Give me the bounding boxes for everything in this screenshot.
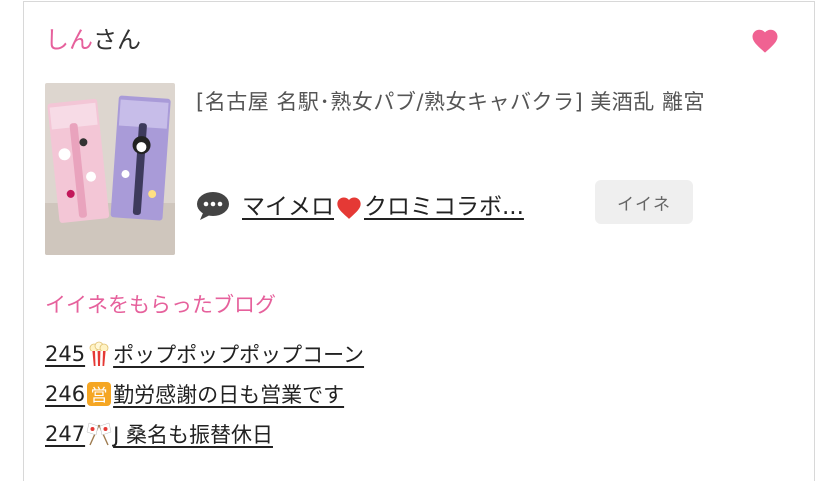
blog-thumbnail[interactable] [45,83,175,255]
liked-blog-item[interactable]: 247 J 桑名も振替休日 [45,414,364,454]
blog-number: 247 [45,422,86,446]
crossed-flags-icon [86,422,112,446]
liked-blog-list: 245 ポップポップポップコーン 246 営 勤労感謝の日も営業です 247 J… [45,334,364,454]
popcorn-icon [89,341,109,366]
speech-bubble-icon [197,192,229,220]
user-suffix: さん [93,26,141,54]
svg-text:営: 営 [91,386,108,406]
red-heart-icon [337,197,361,219]
comment-link[interactable]: マイメロ クロミコラボ... [242,190,524,224]
heart-icon[interactable] [750,26,780,56]
blog-number: 245 [45,342,86,366]
liked-blog-item[interactable]: 246 営 勤労感謝の日も営業です [45,374,364,414]
liked-blogs-title: イイネをもらったブログ [45,293,276,317]
comment-text-after: クロミコラボ... [364,194,524,220]
like-button[interactable]: イイネ [595,180,693,224]
user-name[interactable]: しん [45,26,93,54]
liked-blog-item[interactable]: 245 ポップポップポップコーン [45,334,364,374]
blog-title: ポップポップポップコーン [113,343,365,367]
blog-number: 246 [45,382,86,406]
blog-title: J 桑名も振替休日 [113,423,273,447]
business-badge-icon: 営 [87,382,112,406]
comment-text-before: マイメロ [242,194,334,220]
shop-name[interactable]: [名古屋 名駅･熟女パブ/熟女キャバクラ] 美酒乱 離宮 [196,86,786,119]
user-label: しんさん [45,24,141,56]
blog-title: 勤労感謝の日も営業です [113,383,345,407]
